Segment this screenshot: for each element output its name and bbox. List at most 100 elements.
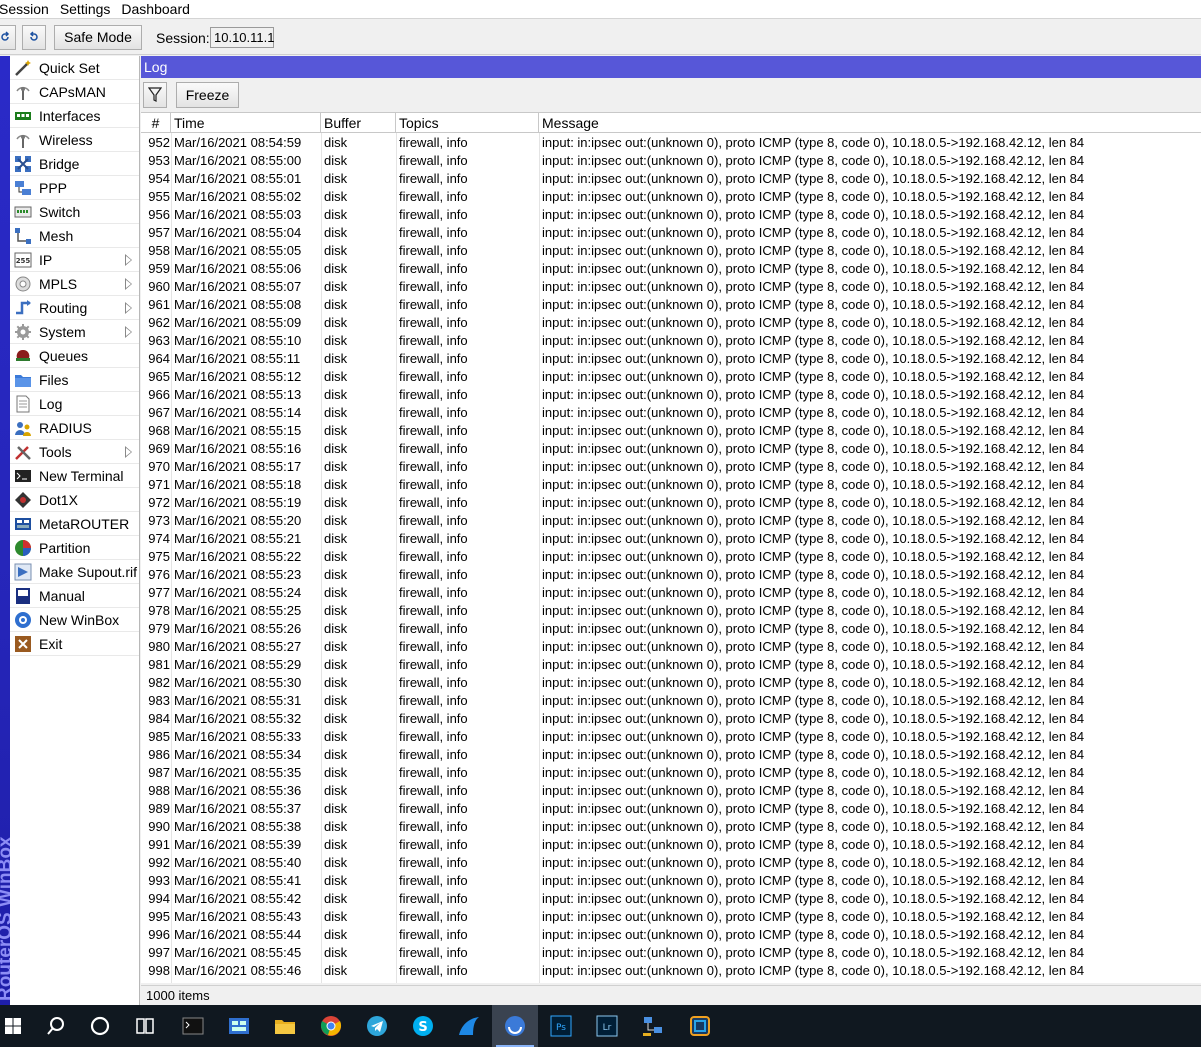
table-row[interactable]: 974 Mar/16/2021 08:55:21 disk firewall, inf… — [141, 530, 1201, 548]
table-row[interactable]: 970 Mar/16/2021 08:55:17 disk firewall, inf… — [141, 458, 1201, 476]
filter-button[interactable] — [143, 82, 167, 108]
table-row[interactable]: 964 Mar/16/2021 08:55:11 disk firewall, inf… — [141, 350, 1201, 368]
taskbar-file-explorer-button[interactable] — [262, 1005, 308, 1047]
table-row[interactable]: 996 Mar/16/2021 08:55:44 disk firewall, inf… — [141, 926, 1201, 944]
sidebar-item-bridge[interactable]: Bridge — [10, 152, 139, 176]
taskbar-windows-start-button[interactable] — [0, 1005, 36, 1047]
column-buffer[interactable]: Buffer — [321, 113, 396, 133]
menu-settings[interactable]: Settings — [55, 0, 116, 18]
undo-button[interactable] — [0, 25, 16, 50]
table-row[interactable]: 952 Mar/16/2021 08:54:59 disk firewall, inf… — [141, 134, 1201, 152]
taskbar-search-button[interactable] — [33, 1005, 79, 1047]
sidebar-item-mesh[interactable]: Mesh — [10, 224, 139, 248]
menu-session[interactable]: Session — [0, 0, 54, 18]
table-row[interactable]: 987 Mar/16/2021 08:55:35 disk firewall, inf… — [141, 764, 1201, 782]
table-row[interactable]: 961 Mar/16/2021 08:55:08 disk firewall, inf… — [141, 296, 1201, 314]
table-row[interactable]: 991 Mar/16/2021 08:55:39 disk firewall, inf… — [141, 836, 1201, 854]
redo-button[interactable] — [22, 25, 46, 50]
sidebar-item-metarouter[interactable]: MetaROUTER — [10, 512, 139, 536]
table-row[interactable]: 981 Mar/16/2021 08:55:29 disk firewall, inf… — [141, 656, 1201, 674]
table-row[interactable]: 963 Mar/16/2021 08:55:10 disk firewall, inf… — [141, 332, 1201, 350]
table-row[interactable]: 969 Mar/16/2021 08:55:16 disk firewall, inf… — [141, 440, 1201, 458]
sidebar-item-quick-set[interactable]: Quick Set — [10, 56, 139, 80]
table-row[interactable]: 959 Mar/16/2021 08:55:06 disk firewall, inf… — [141, 260, 1201, 278]
sidebar-item-log[interactable]: Log — [10, 392, 139, 416]
menu-dashboard[interactable]: Dashboard — [116, 0, 195, 18]
table-row[interactable]: 986 Mar/16/2021 08:55:34 disk firewall, inf… — [141, 746, 1201, 764]
sidebar-item-manual[interactable]: Manual — [10, 584, 139, 608]
taskbar-lightroom-button[interactable]: Lr — [584, 1005, 630, 1047]
column-time[interactable]: Time — [171, 113, 321, 133]
table-row[interactable]: 993 Mar/16/2021 08:55:41 disk firewall, inf… — [141, 872, 1201, 890]
table-row[interactable]: 975 Mar/16/2021 08:55:22 disk firewall, inf… — [141, 548, 1201, 566]
sidebar-item-make-supout-rif[interactable]: Make Supout.rif — [10, 560, 139, 584]
taskbar-terminal-app-button[interactable] — [170, 1005, 216, 1047]
taskbar-photoshop-button[interactable]: Ps — [538, 1005, 584, 1047]
table-row[interactable]: 958 Mar/16/2021 08:55:05 disk firewall, inf… — [141, 242, 1201, 260]
sidebar-item-routing[interactable]: Routing — [10, 296, 139, 320]
table-row[interactable]: 977 Mar/16/2021 08:55:24 disk firewall, inf… — [141, 584, 1201, 602]
table-row[interactable]: 956 Mar/16/2021 08:55:03 disk firewall, inf… — [141, 206, 1201, 224]
taskbar-cortana-button[interactable] — [77, 1005, 123, 1047]
table-row[interactable]: 957 Mar/16/2021 08:55:04 disk firewall, inf… — [141, 224, 1201, 242]
taskbar-edge-legacy-button[interactable] — [446, 1005, 492, 1047]
table-row[interactable]: 980 Mar/16/2021 08:55:27 disk firewall, inf… — [141, 638, 1201, 656]
table-row[interactable]: 989 Mar/16/2021 08:55:37 disk firewall, inf… — [141, 800, 1201, 818]
taskbar-control-panel-button[interactable] — [216, 1005, 262, 1047]
column-number[interactable]: # — [141, 113, 171, 133]
sidebar-item-partition[interactable]: Partition — [10, 536, 139, 560]
table-row[interactable]: 994 Mar/16/2021 08:55:42 disk firewall, inf… — [141, 890, 1201, 908]
taskbar-network-app-button[interactable] — [630, 1005, 676, 1047]
table-row[interactable]: 978 Mar/16/2021 08:55:25 disk firewall, inf… — [141, 602, 1201, 620]
table-row[interactable]: 968 Mar/16/2021 08:55:15 disk firewall, inf… — [141, 422, 1201, 440]
sidebar-item-system[interactable]: System — [10, 320, 139, 344]
taskbar-winbox-app-button[interactable] — [492, 1005, 538, 1047]
table-row[interactable]: 985 Mar/16/2021 08:55:33 disk firewall, inf… — [141, 728, 1201, 746]
sidebar-item-radius[interactable]: RADIUS — [10, 416, 139, 440]
safe-mode-button[interactable]: Safe Mode — [54, 25, 142, 50]
sidebar-item-switch[interactable]: Switch — [10, 200, 139, 224]
sidebar-item-exit[interactable]: Exit — [10, 632, 139, 656]
sidebar-item-new-winbox[interactable]: New WinBox — [10, 608, 139, 632]
table-row[interactable]: 971 Mar/16/2021 08:55:18 disk firewall, inf… — [141, 476, 1201, 494]
sidebar-item-capsman[interactable]: CAPsMAN — [10, 80, 139, 104]
table-row[interactable]: 983 Mar/16/2021 08:55:31 disk firewall, inf… — [141, 692, 1201, 710]
sidebar-item-ip[interactable]: 255 IP — [10, 248, 139, 272]
taskbar-skype-button[interactable]: S — [400, 1005, 446, 1047]
taskbar-telegram-button[interactable] — [354, 1005, 400, 1047]
table-row[interactable]: 984 Mar/16/2021 08:55:32 disk firewall, inf… — [141, 710, 1201, 728]
taskbar-virtualbox-button[interactable] — [677, 1005, 723, 1047]
table-row[interactable]: 982 Mar/16/2021 08:55:30 disk firewall, inf… — [141, 674, 1201, 692]
table-row[interactable]: 998 Mar/16/2021 08:55:46 disk firewall, inf… — [141, 962, 1201, 980]
table-row[interactable]: 990 Mar/16/2021 08:55:38 disk firewall, inf… — [141, 818, 1201, 836]
sidebar-item-new-terminal[interactable]: New Terminal — [10, 464, 139, 488]
sidebar-item-ppp[interactable]: PPP — [10, 176, 139, 200]
table-row[interactable]: 995 Mar/16/2021 08:55:43 disk firewall, inf… — [141, 908, 1201, 926]
freeze-button[interactable]: Freeze — [176, 82, 239, 108]
table-row[interactable]: 967 Mar/16/2021 08:55:14 disk firewall, inf… — [141, 404, 1201, 422]
table-row[interactable]: 973 Mar/16/2021 08:55:20 disk firewall, inf… — [141, 512, 1201, 530]
table-row[interactable]: 965 Mar/16/2021 08:55:12 disk firewall, inf… — [141, 368, 1201, 386]
table-row[interactable]: 966 Mar/16/2021 08:55:13 disk firewall, inf… — [141, 386, 1201, 404]
column-message[interactable]: Message — [539, 113, 1201, 133]
table-row[interactable]: 972 Mar/16/2021 08:55:19 disk firewall, inf… — [141, 494, 1201, 512]
column-topics[interactable]: Topics — [396, 113, 539, 133]
taskbar-task-view-button[interactable] — [122, 1005, 168, 1047]
table-row[interactable]: 962 Mar/16/2021 08:55:09 disk firewall, inf… — [141, 314, 1201, 332]
table-row[interactable]: 954 Mar/16/2021 08:55:01 disk firewall, inf… — [141, 170, 1201, 188]
sidebar-item-interfaces[interactable]: Interfaces — [10, 104, 139, 128]
table-row[interactable]: 955 Mar/16/2021 08:55:02 disk firewall, inf… — [141, 188, 1201, 206]
sidebar-item-tools[interactable]: Tools — [10, 440, 139, 464]
table-row[interactable]: 976 Mar/16/2021 08:55:23 disk firewall, inf… — [141, 566, 1201, 584]
table-row[interactable]: 979 Mar/16/2021 08:55:26 disk firewall, inf… — [141, 620, 1201, 638]
sidebar-item-wireless[interactable]: Wireless — [10, 128, 139, 152]
table-row[interactable]: 992 Mar/16/2021 08:55:40 disk firewall, inf… — [141, 854, 1201, 872]
sidebar-item-queues[interactable]: Queues — [10, 344, 139, 368]
sidebar-item-files[interactable]: Files — [10, 368, 139, 392]
session-field[interactable]: 10.10.11.1 — [210, 27, 274, 48]
sidebar-item-mpls[interactable]: MPLS — [10, 272, 139, 296]
taskbar-chrome-button[interactable] — [308, 1005, 354, 1047]
table-row[interactable]: 960 Mar/16/2021 08:55:07 disk firewall, inf… — [141, 278, 1201, 296]
sidebar-item-dot1x[interactable]: Dot1X — [10, 488, 139, 512]
table-row[interactable]: 953 Mar/16/2021 08:55:00 disk firewall, inf… — [141, 152, 1201, 170]
